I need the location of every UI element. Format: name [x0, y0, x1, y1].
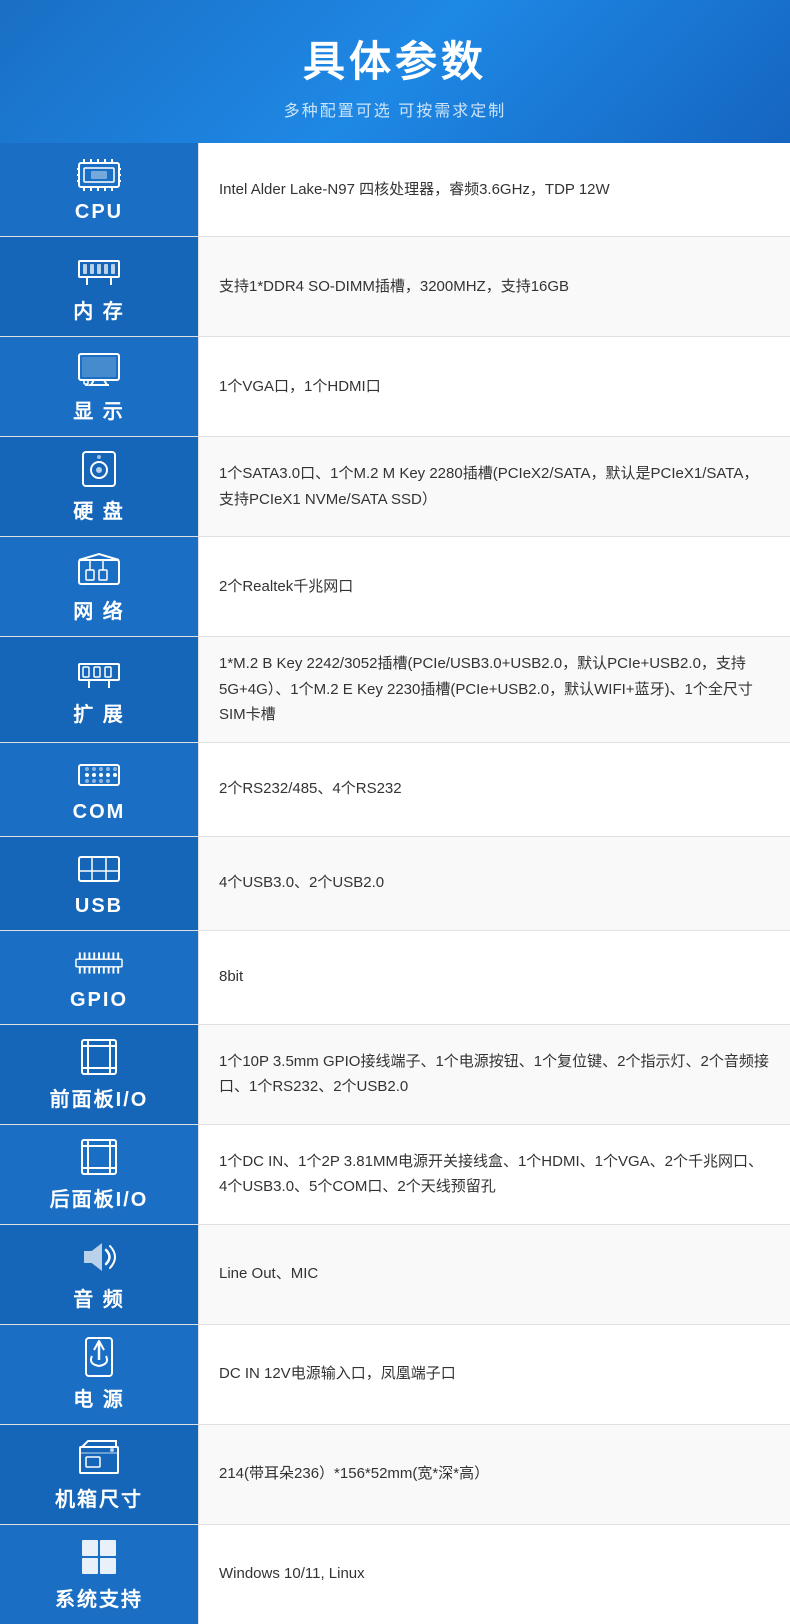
usb-icon — [75, 849, 123, 889]
specs-table: CPU Intel Alder Lake-N97 四核处理器，睿频3.6GHz，T… — [0, 143, 790, 1624]
specs-row-usb: USB 4个USB3.0、2个USB2.0 — [0, 837, 790, 931]
icon-label-network: 网 络 — [73, 595, 125, 624]
icon-label-power: 电 源 — [73, 1383, 125, 1412]
icon-label-expansion: 扩 展 — [73, 698, 125, 727]
header-subtitle: 多种配置可选 可按需求定制 — [20, 97, 770, 121]
icon-cell-usb: USB — [0, 837, 198, 930]
value-cell-usb: 4个USB3.0、2个USB2.0 — [198, 837, 790, 930]
power-icon — [75, 1337, 123, 1377]
value-cell-storage: 1个SATA3.0口、1个M.2 M Key 2280插槽(PCIeX2/SAT… — [198, 437, 790, 536]
audio-icon — [75, 1237, 123, 1277]
specs-row-audio: 音 频 Line Out、MIC — [0, 1225, 790, 1325]
icon-label-storage: 硬 盘 — [73, 495, 125, 524]
value-cell-os: Windows 10/11, Linux — [198, 1525, 790, 1624]
icon-cell-expansion: 扩 展 — [0, 637, 198, 742]
icon-cell-cpu: CPU — [0, 143, 198, 236]
value-cell-memory: 支持1*DDR4 SO-DIMM插槽，3200MHZ，支持16GB — [198, 237, 790, 336]
icon-label-memory: 内 存 — [73, 295, 125, 324]
memory-icon — [75, 249, 123, 289]
icon-cell-storage: 硬 盘 — [0, 437, 198, 536]
specs-row-rear-panel: 后面板I/O 1个DC IN、1个2P 3.81MM电源开关接线盒、1个HDMI、… — [0, 1125, 790, 1225]
icon-cell-network: 网 络 — [0, 537, 198, 636]
front-panel-icon — [75, 1037, 123, 1077]
network-icon — [75, 549, 123, 589]
cpu-icon — [75, 155, 123, 195]
icon-label-gpio: GPIO — [70, 989, 128, 1012]
value-cell-expansion: 1*M.2 B Key 2242/3052插槽(PCIe/USB3.0+USB2… — [198, 637, 790, 742]
icon-label-usb: USB — [75, 895, 123, 918]
header-title: 具体参数 — [20, 28, 770, 89]
value-cell-display: 1个VGA口，1个HDMI口 — [198, 337, 790, 436]
specs-row-memory: 内 存 支持1*DDR4 SO-DIMM插槽，3200MHZ，支持16GB — [0, 237, 790, 337]
icon-cell-display: 显 示 — [0, 337, 198, 436]
icon-label-display: 显 示 — [73, 395, 125, 424]
header: 具体参数 多种配置可选 可按需求定制 — [0, 0, 790, 143]
specs-row-gpio: GPIO 8bit — [0, 931, 790, 1025]
icon-cell-audio: 音 频 — [0, 1225, 198, 1324]
display-icon — [75, 349, 123, 389]
value-cell-power: DC IN 12V电源输入口，凤凰端子口 — [198, 1325, 790, 1424]
icon-cell-power: 电 源 — [0, 1325, 198, 1424]
icon-cell-rear-panel: 后面板I/O — [0, 1125, 198, 1224]
icon-label-os: 系统支持 — [55, 1583, 143, 1612]
rear-panel-icon — [75, 1137, 123, 1177]
specs-row-cpu: CPU Intel Alder Lake-N97 四核处理器，睿频3.6GHz，T… — [0, 143, 790, 237]
specs-row-front-panel: 前面板I/O 1个10P 3.5mm GPIO接线端子、1个电源按钮、1个复位键、… — [0, 1025, 790, 1125]
value-cell-network: 2个Realtek千兆网口 — [198, 537, 790, 636]
gpio-icon — [75, 943, 123, 983]
value-cell-chassis: 214(带耳朵236）*156*52mm(宽*深*高） — [198, 1425, 790, 1524]
specs-row-display: 显 示 1个VGA口，1个HDMI口 — [0, 337, 790, 437]
value-cell-cpu: Intel Alder Lake-N97 四核处理器，睿频3.6GHz，TDP … — [198, 143, 790, 236]
com-icon — [75, 755, 123, 795]
value-cell-front-panel: 1个10P 3.5mm GPIO接线端子、1个电源按钮、1个复位键、2个指示灯、… — [198, 1025, 790, 1124]
value-cell-rear-panel: 1个DC IN、1个2P 3.81MM电源开关接线盒、1个HDMI、1个VGA、… — [198, 1125, 790, 1224]
os-icon — [75, 1537, 123, 1577]
value-cell-gpio: 8bit — [198, 931, 790, 1024]
icon-label-audio: 音 频 — [73, 1283, 125, 1312]
specs-row-chassis: 机箱尺寸 214(带耳朵236）*156*52mm(宽*深*高） — [0, 1425, 790, 1525]
icon-cell-gpio: GPIO — [0, 931, 198, 1024]
icon-cell-memory: 内 存 — [0, 237, 198, 336]
chassis-icon — [75, 1437, 123, 1477]
icon-label-cpu: CPU — [75, 201, 123, 224]
icon-label-rear-panel: 后面板I/O — [50, 1183, 149, 1212]
specs-row-os: 系统支持 Windows 10/11, Linux — [0, 1525, 790, 1624]
specs-row-power: 电 源 DC IN 12V电源输入口，凤凰端子口 — [0, 1325, 790, 1425]
icon-label-chassis: 机箱尺寸 — [55, 1483, 143, 1512]
expansion-icon — [75, 652, 123, 692]
value-cell-audio: Line Out、MIC — [198, 1225, 790, 1324]
specs-row-com: COM 2个RS232/485、4个RS232 — [0, 743, 790, 837]
icon-cell-chassis: 机箱尺寸 — [0, 1425, 198, 1524]
icon-label-com: COM — [73, 801, 126, 824]
value-cell-com: 2个RS232/485、4个RS232 — [198, 743, 790, 836]
storage-icon — [75, 449, 123, 489]
specs-row-expansion: 扩 展 1*M.2 B Key 2242/3052插槽(PCIe/USB3.0+U… — [0, 637, 790, 743]
icon-cell-os: 系统支持 — [0, 1525, 198, 1624]
icon-cell-front-panel: 前面板I/O — [0, 1025, 198, 1124]
specs-row-network: 网 络 2个Realtek千兆网口 — [0, 537, 790, 637]
specs-row-storage: 硬 盘 1个SATA3.0口、1个M.2 M Key 2280插槽(PCIeX2/… — [0, 437, 790, 537]
icon-cell-com: COM — [0, 743, 198, 836]
icon-label-front-panel: 前面板I/O — [50, 1083, 149, 1112]
